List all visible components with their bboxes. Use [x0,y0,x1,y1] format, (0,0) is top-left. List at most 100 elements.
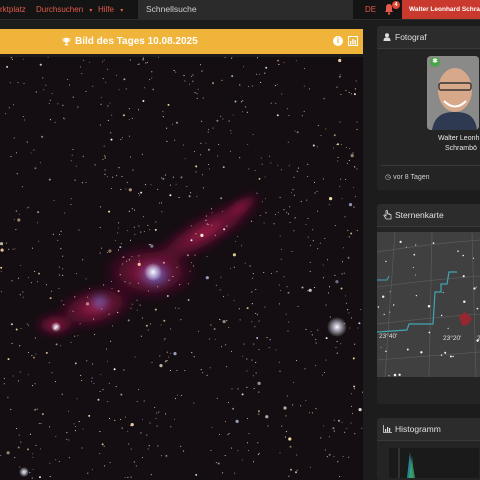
photographer-name-line2[interactable]: Schrambö [445,145,477,152]
star [350,232,353,235]
star [110,132,112,134]
user-menu-button[interactable]: Walter Leonhard Schramböck [402,0,480,19]
star [169,194,172,197]
quick-search-input[interactable]: Schnellsuche [138,0,353,19]
info-icon[interactable]: i [333,36,343,46]
star [109,102,111,104]
star [197,88,199,90]
star [261,163,263,165]
star [353,93,356,96]
star [7,358,10,361]
star [70,204,72,206]
star [32,453,34,455]
star [121,263,123,265]
star [195,165,198,168]
photographer-avatar[interactable] [427,56,479,130]
star [68,457,70,459]
star [280,258,282,260]
star [29,433,31,435]
star [348,159,350,162]
star [117,232,119,234]
star [149,323,151,325]
star [226,320,228,322]
star [119,274,121,276]
star [350,393,353,395]
language-switcher[interactable]: DE [365,5,376,14]
star [211,212,213,214]
photographer-name-line1[interactable]: Walter Leonh [438,135,479,142]
star [124,281,126,283]
star [296,170,298,172]
star [269,339,271,341]
star [266,337,268,339]
star [306,199,308,201]
star [80,374,82,376]
photographer-portrait [427,56,479,130]
star [348,312,350,314]
star [81,73,83,75]
star [279,452,281,454]
nav-browse-link[interactable]: Durchsuchen ▾ [36,5,92,14]
star [265,212,267,214]
star [150,474,152,476]
star [15,152,18,154]
star [0,270,2,272]
star [189,270,191,272]
star [341,261,344,263]
bar-chart-icon[interactable] [348,36,358,46]
star [60,248,62,250]
star [51,372,53,374]
star [127,319,130,322]
star [258,391,260,393]
star [146,434,148,436]
star [325,359,327,361]
star [350,422,352,424]
star [201,120,203,122]
map-star [440,354,443,356]
star [352,187,354,189]
star [13,218,15,220]
star [39,63,42,66]
star [356,168,358,170]
star [171,123,174,125]
star [42,77,44,79]
star [311,334,313,336]
star [49,476,51,478]
nav-help-link[interactable]: Hilfe ▾ [98,5,123,14]
star [54,122,56,124]
star [58,274,61,276]
star [73,423,75,425]
sky-map[interactable]: 23°40' 23°20' 2 [377,232,480,377]
star [151,361,153,364]
star [246,111,248,113]
star [220,115,222,117]
star [278,284,280,286]
star [142,100,145,102]
star [68,84,71,86]
star [353,388,356,390]
star [24,119,26,121]
star [251,321,253,323]
star [184,80,186,82]
star [283,62,285,64]
astrophoto-image[interactable] [0,57,363,480]
star [340,287,343,290]
star [142,57,144,59]
image-of-the-day-title[interactable]: Bild des Tages 10.08.2025 [75,36,198,47]
nav-marketplace-link[interactable]: rktplatz [0,5,26,14]
star [127,476,129,479]
star [170,328,172,330]
star [195,171,197,173]
star [34,337,36,339]
star [166,360,168,362]
star [328,453,331,456]
star [246,370,248,372]
star [175,307,177,309]
star [307,163,309,165]
star [335,280,339,284]
star [256,314,258,316]
star [232,407,235,410]
star [292,404,294,406]
histogram-plot [398,448,415,478]
star [201,174,204,176]
